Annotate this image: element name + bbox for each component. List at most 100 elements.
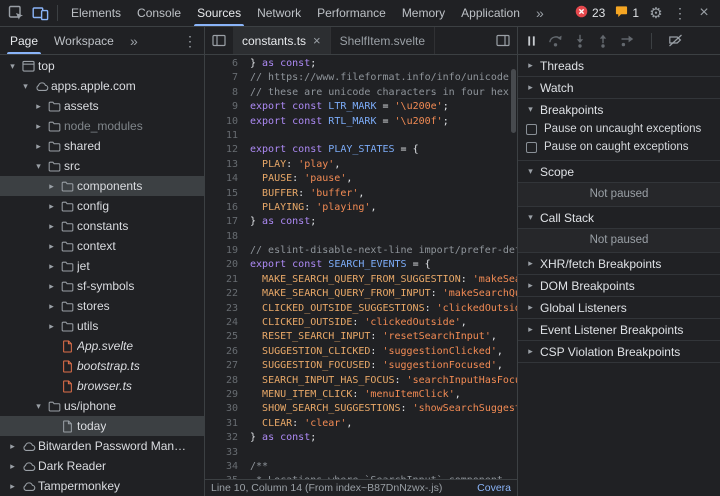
close-tab-icon[interactable]: × [313, 34, 321, 47]
line-number[interactable]: 11 [205, 129, 238, 143]
line-number[interactable]: 35 [205, 474, 238, 479]
section-header-watch[interactable]: ▸ Watch [518, 77, 720, 98]
tree-item-node-modules[interactable]: ▸ node_modules [0, 116, 204, 136]
expand-arrow-icon[interactable]: ▸ [45, 301, 58, 312]
editor-tab-constants-ts[interactable]: constants.ts × [233, 27, 331, 54]
line-number[interactable]: 24 [205, 316, 238, 330]
tree-item-utils[interactable]: ▸ utils [0, 316, 204, 336]
tree-item-sf-symbols[interactable]: ▸ sf-symbols [0, 276, 204, 296]
error-badge[interactable]: 23 [570, 5, 610, 21]
tree-item-today[interactable]: today [0, 416, 204, 436]
tree-item-assets[interactable]: ▸ assets [0, 96, 204, 116]
tree-item-dark-reader[interactable]: ▸ Dark Reader [0, 456, 204, 476]
tab-memory[interactable]: Memory [394, 0, 453, 26]
line-number[interactable]: 18 [205, 230, 238, 244]
step-over-icon[interactable] [548, 34, 563, 47]
tree-item-app-svelte[interactable]: App.svelte [0, 336, 204, 356]
inspect-element-icon[interactable] [4, 1, 28, 25]
step-icon[interactable] [620, 34, 635, 47]
tab-performance[interactable]: Performance [309, 0, 394, 26]
tree-item-bitwarden-password-man[interactable]: ▸ Bitwarden Password Man… [0, 436, 204, 456]
section-header-xhr-fetch-breakpoints[interactable]: ▸ XHR/fetch Breakpoints [518, 253, 720, 274]
line-number[interactable]: 25 [205, 330, 238, 344]
line-number[interactable]: 17 [205, 215, 238, 229]
line-number[interactable]: 20 [205, 258, 238, 272]
tree-item-shared[interactable]: ▸ shared [0, 136, 204, 156]
expand-arrow-icon[interactable]: ▸ [6, 441, 19, 452]
checkbox-row-pause-on-uncaught-exceptions[interactable]: Pause on uncaught exceptions [518, 120, 720, 138]
tree-item-components[interactable]: ▸ components [0, 176, 204, 196]
code-editor[interactable]: 6} as const; 7// https://www.fileformat.i… [205, 55, 517, 479]
section-header-scope[interactable]: ▾ Scope [518, 161, 720, 182]
line-number[interactable]: 14 [205, 172, 238, 186]
expand-arrow-icon[interactable]: ▸ [45, 241, 58, 252]
checkbox-unchecked[interactable] [526, 123, 537, 135]
pause-script-icon[interactable] [526, 35, 537, 47]
line-number[interactable]: 30 [205, 402, 238, 416]
expand-arrow-icon[interactable]: ▸ [32, 141, 45, 152]
navigator-kebab-icon[interactable]: ⋮ [178, 29, 202, 53]
step-into-icon[interactable] [574, 34, 586, 48]
line-number[interactable]: 12 [205, 143, 238, 157]
tree-item-apps-apple-com[interactable]: ▾ apps.apple.com [0, 76, 204, 96]
tab-console[interactable]: Console [129, 0, 189, 26]
scrollbar-thumb[interactable] [511, 69, 516, 133]
deactivate-breakpoints-icon[interactable] [668, 34, 683, 47]
expand-arrow-icon[interactable]: ▸ [45, 321, 58, 332]
collapse-arrow-icon[interactable]: ▾ [32, 401, 45, 412]
section-header-global-listeners[interactable]: ▸ Global Listeners [518, 297, 720, 318]
line-number[interactable]: 16 [205, 201, 238, 215]
line-number[interactable]: 27 [205, 359, 238, 373]
line-number[interactable]: 22 [205, 287, 238, 301]
step-out-icon[interactable] [597, 34, 609, 48]
line-number[interactable]: 8 [205, 86, 238, 100]
line-number[interactable]: 19 [205, 244, 238, 258]
tree-item-tampermonkey[interactable]: ▸ Tampermonkey [0, 476, 204, 496]
collapse-arrow-icon[interactable]: ▾ [32, 161, 45, 172]
navigator-tab-workspace[interactable]: Workspace [46, 27, 122, 54]
expand-arrow-icon[interactable]: ▸ [32, 101, 45, 112]
close-devtools-icon[interactable]: × [692, 1, 716, 25]
tab-network[interactable]: Network [249, 0, 309, 26]
section-header-csp-violation-breakpoints[interactable]: ▸ CSP Violation Breakpoints [518, 341, 720, 362]
tree-item-config[interactable]: ▸ config [0, 196, 204, 216]
section-header-event-listener-breakpoints[interactable]: ▸ Event Listener Breakpoints [518, 319, 720, 340]
kebab-menu-icon[interactable]: ⋮ [668, 1, 692, 25]
line-number[interactable]: 7 [205, 71, 238, 85]
more-panels-icon[interactable]: » [528, 1, 552, 25]
line-number[interactable]: 6 [205, 57, 238, 71]
line-number[interactable]: 29 [205, 388, 238, 402]
tree-item-bootstrap-ts[interactable]: bootstrap.ts [0, 356, 204, 376]
expand-arrow-icon[interactable]: ▸ [45, 281, 58, 292]
expand-arrow-icon[interactable]: ▸ [6, 461, 19, 472]
expand-arrow-icon[interactable]: ▸ [45, 201, 58, 212]
line-number[interactable]: 28 [205, 374, 238, 388]
line-number[interactable]: 21 [205, 273, 238, 287]
tree-item-top[interactable]: ▾ top [0, 56, 204, 76]
checkbox-row-pause-on-caught-exceptions[interactable]: Pause on caught exceptions [518, 138, 720, 156]
expand-arrow-icon[interactable]: ▸ [32, 121, 45, 132]
section-header-call-stack[interactable]: ▾ Call Stack [518, 207, 720, 228]
tab-application[interactable]: Application [453, 0, 528, 26]
line-number[interactable]: 31 [205, 417, 238, 431]
expand-arrow-icon[interactable]: ▸ [45, 221, 58, 232]
line-number[interactable]: 34 [205, 460, 238, 474]
tree-item-context[interactable]: ▸ context [0, 236, 204, 256]
line-number[interactable]: 23 [205, 302, 238, 316]
issues-badge[interactable]: 1 [610, 5, 644, 21]
editor-tab-shelfitem-svelte[interactable]: ShelfItem.svelte [331, 27, 435, 54]
line-number[interactable]: 9 [205, 100, 238, 114]
settings-gear-icon[interactable]: ⚙ [644, 1, 668, 25]
collapse-arrow-icon[interactable]: ▾ [6, 61, 19, 72]
tab-elements[interactable]: Elements [63, 0, 129, 26]
open-files-list-icon[interactable] [207, 29, 231, 53]
device-toolbar-icon[interactable] [28, 1, 52, 25]
expand-arrow-icon[interactable]: ▸ [6, 481, 19, 492]
tree-item-src[interactable]: ▾ src [0, 156, 204, 176]
tree-item-browser-ts[interactable]: browser.ts [0, 376, 204, 396]
tab-sources[interactable]: Sources [189, 0, 249, 26]
navigator-tab-page[interactable]: Page [2, 27, 46, 54]
tree-item-us-iphone[interactable]: ▾ us/iphone [0, 396, 204, 416]
more-navigator-tabs-icon[interactable]: » [122, 29, 146, 53]
coverage-link[interactable]: Covera [477, 482, 511, 494]
